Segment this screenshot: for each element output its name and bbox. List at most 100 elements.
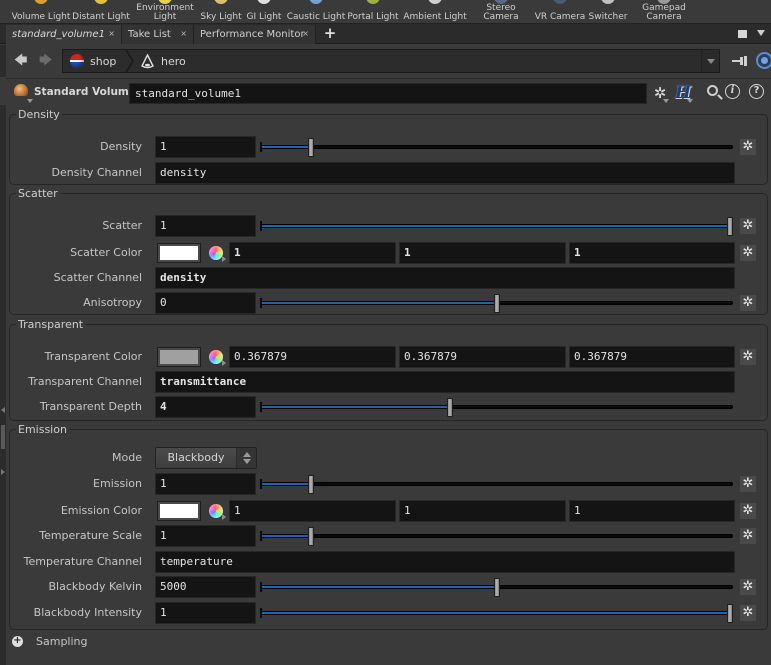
- network-path-field[interactable]: shop hero: [62, 49, 720, 73]
- emission-color-swatch[interactable]: [157, 501, 201, 521]
- emission-color-g-input[interactable]: 1: [399, 500, 566, 522]
- gear-icon[interactable]: ✲: [740, 476, 756, 492]
- param-emission-color: Emission Color 1 1 1 ✲: [10, 500, 767, 522]
- shelf-tool-distant-light[interactable]: Distant Light: [66, 0, 136, 23]
- folder-title: Density: [18, 108, 60, 121]
- close-icon[interactable]: ×: [302, 29, 309, 38]
- scatter-input[interactable]: 1: [155, 215, 256, 237]
- node-type-label: Standard Volume: [34, 86, 136, 98]
- transparent-color-swatch[interactable]: [157, 347, 201, 367]
- folder-sampling[interactable]: + Sampling: [12, 633, 212, 651]
- pin-icon[interactable]: [732, 56, 748, 66]
- scatter-color-g-input[interactable]: 1: [399, 242, 566, 264]
- tab-standard-volume1[interactable]: standard_volume1 ×: [6, 25, 122, 44]
- mode-dropdown[interactable]: Blackbody: [155, 447, 257, 469]
- breadcrumb-shop[interactable]: shop: [70, 50, 116, 72]
- gear-icon[interactable]: ✲: [740, 218, 756, 234]
- density-input[interactable]: 1: [155, 136, 256, 158]
- folder-transparent: Transparent Transparent Color 0.367879 0…: [9, 318, 768, 421]
- transparent-depth-slider[interactable]: [260, 396, 733, 418]
- param-label: Emission: [93, 477, 142, 490]
- anisotropy-slider[interactable]: [260, 292, 733, 314]
- scatter-color-r-input[interactable]: 1: [229, 242, 396, 264]
- link-pane-icon[interactable]: [756, 52, 771, 69]
- temperature-channel-input[interactable]: temperature: [155, 551, 735, 573]
- transparent-channel-input[interactable]: transmittance: [155, 371, 735, 393]
- expand-right-arrow-icon[interactable]: [1, 469, 5, 475]
- close-icon[interactable]: ×: [180, 29, 187, 38]
- slider-handle[interactable]: [308, 138, 314, 157]
- tab-performance-monitor[interactable]: Performance Monitor ×: [194, 25, 316, 44]
- volume-shader-icon[interactable]: [14, 84, 28, 96]
- path-dropdown-button[interactable]: [701, 50, 719, 72]
- expand-plus-icon[interactable]: +: [12, 636, 23, 647]
- color-wheel-icon[interactable]: [209, 504, 223, 518]
- slider-handle[interactable]: [308, 475, 314, 494]
- slider-handle[interactable]: [727, 217, 733, 236]
- gear-icon[interactable]: ✲: [740, 139, 756, 155]
- transparent-color-b-input[interactable]: 0.367879: [569, 346, 735, 368]
- temperature-scale-slider[interactable]: [260, 525, 733, 547]
- param-scatter-channel: Scatter Channel density: [10, 267, 767, 289]
- shelf-tool-portal-light[interactable]: Portal Light: [338, 0, 408, 23]
- param-label: Temperature Scale: [39, 529, 142, 542]
- gear-icon[interactable]: ✲: [740, 503, 756, 519]
- info-icon[interactable]: i: [725, 84, 740, 99]
- temperature-scale-input[interactable]: 1: [155, 525, 256, 547]
- shelf-tool-label: Gamepad Camera: [642, 3, 686, 22]
- gear-icon[interactable]: ✲: [740, 349, 756, 365]
- tab-take-list[interactable]: Take List ×: [122, 25, 194, 44]
- anisotropy-input[interactable]: 0: [155, 292, 256, 314]
- slider-handle[interactable]: [494, 294, 500, 313]
- close-icon[interactable]: ×: [108, 29, 115, 38]
- slider-handle[interactable]: [447, 398, 453, 417]
- transparent-color-r-input[interactable]: 0.367879: [229, 346, 396, 368]
- forward-arrow-icon[interactable]: 🡆: [39, 54, 55, 68]
- blackbody-kelvin-slider[interactable]: [260, 576, 733, 598]
- slider-handle[interactable]: [494, 578, 500, 597]
- blackbody-kelvin-input[interactable]: 5000: [155, 576, 256, 598]
- param-blackbody-kelvin: Blackbody Kelvin 5000 ✲: [10, 576, 767, 598]
- scatter-color-swatch[interactable]: [157, 243, 201, 263]
- drag-handle-icon[interactable]: [1, 425, 5, 449]
- folder-title: Transparent: [18, 318, 84, 331]
- gear-icon[interactable]: ✲: [740, 245, 756, 261]
- shelf-tool-gamepad-camera[interactable]: Gamepad Camera: [629, 0, 699, 23]
- blackbody-intensity-slider[interactable]: [260, 602, 733, 624]
- color-wheel-icon[interactable]: [209, 246, 223, 260]
- node-name-input[interactable]: standard_volume1: [129, 83, 647, 104]
- breadcrumb-hero[interactable]: hero: [141, 50, 186, 72]
- collapse-left-arrow-icon[interactable]: [1, 407, 5, 413]
- density-slider[interactable]: [260, 136, 733, 158]
- color-wheel-icon[interactable]: [209, 350, 223, 364]
- scatter-channel-input[interactable]: density: [155, 267, 735, 289]
- maximize-pane-icon[interactable]: [738, 30, 747, 38]
- emission-slider[interactable]: [260, 473, 733, 495]
- slider-handle[interactable]: [308, 527, 314, 546]
- scatter-color-b-input[interactable]: 1: [569, 242, 735, 264]
- gear-icon[interactable]: ✲: [740, 528, 756, 544]
- search-icon[interactable]: [707, 85, 718, 96]
- scatter-slider[interactable]: [260, 215, 733, 237]
- param-label: Scatter Color: [70, 246, 142, 259]
- shelf-tool-ambient-light[interactable]: Ambient Light: [400, 0, 470, 23]
- slider-handle[interactable]: [727, 604, 733, 623]
- add-tab-button[interactable]: +: [322, 25, 338, 43]
- ambient-light-icon: [428, 0, 442, 4]
- transparent-color-g-input[interactable]: 0.367879: [399, 346, 566, 368]
- blackbody-intensity-input[interactable]: 1: [155, 602, 256, 624]
- pane-menu-dropdown-icon[interactable]: [757, 30, 765, 36]
- breadcrumb-label: shop: [90, 54, 117, 68]
- param-scatter-color: Scatter Color 1 1 1 ✲: [10, 242, 767, 264]
- gear-icon[interactable]: ✲: [740, 295, 756, 311]
- updown-arrows-icon: [236, 448, 256, 468]
- help-icon[interactable]: ?: [749, 84, 764, 99]
- gear-icon[interactable]: ✲: [740, 579, 756, 595]
- emission-color-r-input[interactable]: 1: [229, 500, 396, 522]
- emission-color-b-input[interactable]: 1: [569, 500, 735, 522]
- back-arrow-icon[interactable]: 🡄: [14, 54, 30, 68]
- gear-icon[interactable]: ✲: [740, 605, 756, 621]
- density-channel-input[interactable]: density: [155, 162, 735, 184]
- emission-input[interactable]: 1: [155, 473, 256, 495]
- transparent-depth-input[interactable]: 4: [155, 396, 256, 418]
